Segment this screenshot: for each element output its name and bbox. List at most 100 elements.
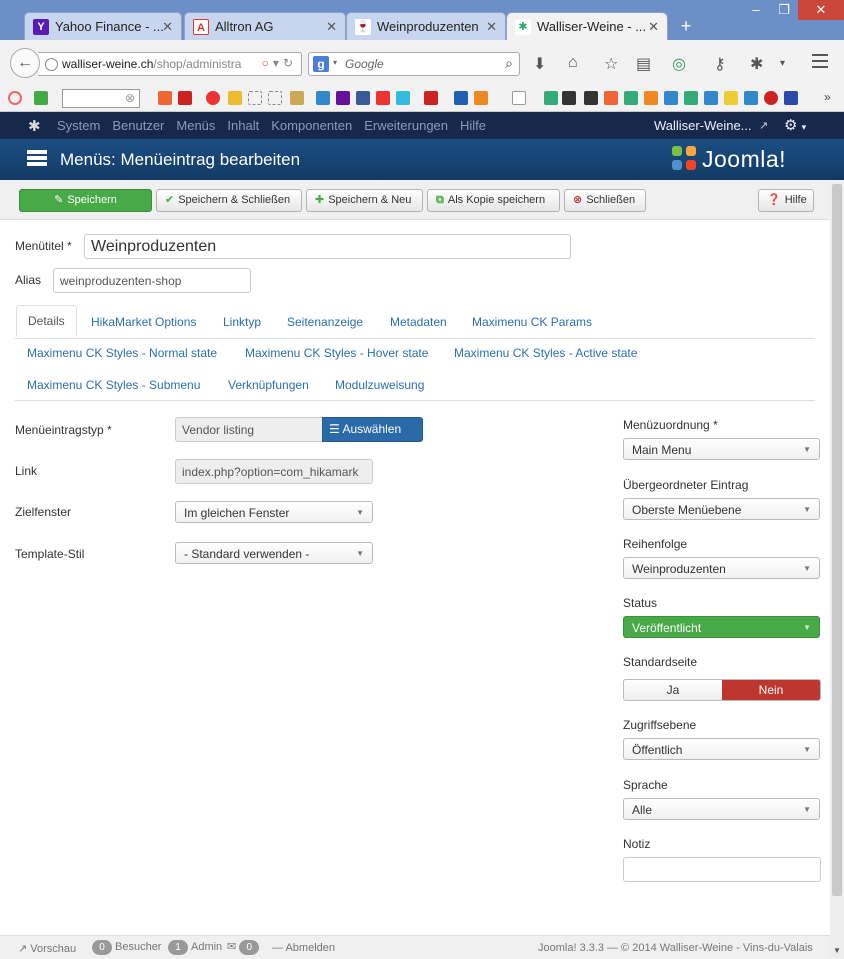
new-tab-icon[interactable]: +: [676, 14, 696, 38]
bookmark-icon[interactable]: [604, 91, 618, 105]
bookmark-icon[interactable]: [376, 91, 390, 105]
help-button[interactable]: ❓ Hilfe: [758, 189, 814, 212]
browser-tab-yahoo[interactable]: Y Yahoo Finance - ... ✕: [24, 12, 182, 40]
bookmark-search-input[interactable]: ⊗: [62, 89, 140, 108]
bookmark-icon[interactable]: [784, 91, 798, 105]
home-icon[interactable]: ⌂: [568, 54, 578, 72]
tab-hikamarket-options[interactable]: HikaMarket Options: [91, 315, 196, 329]
bookmark-icon[interactable]: [454, 91, 468, 105]
template-select[interactable]: - Standard verwenden - ▼: [175, 542, 373, 564]
bookmark-icon[interactable]: [744, 91, 758, 105]
bookmark-icon[interactable]: [268, 91, 282, 105]
bookmark-icon[interactable]: [562, 91, 576, 105]
wikipedia-icon[interactable]: [512, 91, 526, 105]
facebook-icon[interactable]: [356, 91, 370, 105]
bookmark-icon[interactable]: [178, 91, 192, 105]
url-bar[interactable]: walliser-weine.ch/shop/administra ○▾↻: [38, 52, 302, 76]
download-icon[interactable]: ⬇: [533, 54, 546, 74]
bookmark-icon[interactable]: [724, 91, 738, 105]
save-close-button[interactable]: ✔ Speichern & Schließen: [156, 189, 302, 212]
topnav-item-users[interactable]: Benutzer: [112, 118, 164, 133]
preview-link[interactable]: ↗ Vorschau: [18, 942, 76, 955]
browser-tab-alltron[interactable]: A Alltron AG ✕: [184, 12, 346, 40]
default-no-button[interactable]: Nein: [722, 680, 820, 700]
close-tab-icon[interactable]: ✕: [486, 13, 497, 41]
twitter-icon[interactable]: [396, 91, 410, 105]
tab-maximenu-hover[interactable]: Maximenu CK Styles - Hover state: [245, 346, 428, 360]
close-tab-icon[interactable]: ✕: [162, 13, 173, 41]
hamburger-menu-icon[interactable]: [812, 54, 828, 68]
save-new-button[interactable]: ✚ Speichern & Neu: [306, 189, 423, 212]
bookmark-icon[interactable]: [644, 91, 658, 105]
sync-icon[interactable]: ◎: [672, 54, 686, 74]
overflow-chevron-icon[interactable]: »: [824, 90, 831, 104]
title-input[interactable]: Weinproduzenten: [84, 234, 571, 259]
tab-metadaten[interactable]: Metadaten: [390, 315, 447, 329]
access-select[interactable]: Öffentlich ▼: [623, 738, 820, 760]
page-scrollbar[interactable]: ▼: [830, 180, 844, 959]
bookmark-icon[interactable]: [624, 91, 638, 105]
bookmark-icon[interactable]: [474, 91, 488, 105]
bookmark-icon[interactable]: [336, 91, 350, 105]
close-window-icon[interactable]: ✕: [798, 0, 844, 20]
back-button[interactable]: ←: [10, 48, 40, 78]
joomla-brand-icon[interactable]: ✱: [28, 117, 41, 135]
browser-tab-weinproduzenten[interactable]: 🍷 Weinproduzenten ✕: [346, 12, 506, 40]
select-type-button[interactable]: ☰ Auswählen: [322, 417, 423, 442]
browser-tab-walliser-weine[interactable]: ✱ Walliser-Weine - ... ✕: [506, 12, 668, 41]
search-icon[interactable]: ⌕: [505, 55, 513, 72]
chevron-down-icon[interactable]: ▾: [333, 58, 337, 67]
close-tab-icon[interactable]: ✕: [648, 13, 659, 41]
chevron-down-icon[interactable]: ▾: [780, 58, 785, 69]
scroll-thumb[interactable]: [832, 184, 842, 896]
status-select[interactable]: Veröffentlicht ▼: [623, 616, 820, 638]
bookmark-icon[interactable]: [684, 91, 698, 105]
tab-seitenanzeige[interactable]: Seitenanzeige: [287, 315, 363, 329]
logout-link[interactable]: — Abmelden: [272, 942, 335, 954]
bookmark-icon[interactable]: [248, 91, 262, 105]
topnav-item-help[interactable]: Hilfe: [460, 118, 486, 133]
tab-maximenu-active[interactable]: Maximenu CK Styles - Active state: [454, 346, 637, 360]
tab-details[interactable]: Details: [16, 305, 77, 337]
bug-icon[interactable]: ✱: [750, 54, 763, 74]
bookmark-icon[interactable]: [584, 91, 598, 105]
bookmark-icon[interactable]: [228, 91, 242, 105]
key-icon[interactable]: ⚷: [714, 54, 726, 74]
topnav-item-content[interactable]: Inhalt: [227, 118, 259, 133]
save-copy-button[interactable]: ⧉ Als Kopie speichern: [427, 189, 560, 212]
bookmark-icon[interactable]: [764, 91, 778, 105]
menu-select[interactable]: Main Menu ▼: [623, 438, 820, 460]
close-button[interactable]: ⊗ Schließen: [564, 189, 646, 212]
note-input[interactable]: [623, 857, 821, 882]
site-link[interactable]: Walliser-Weine...: [654, 118, 752, 133]
share-icon[interactable]: [34, 91, 48, 105]
topnav-item-components[interactable]: Komponenten: [271, 118, 352, 133]
tab-verknuepfungen[interactable]: Verknüpfungen: [228, 378, 309, 392]
parent-select[interactable]: Oberste Menüebene ▼: [623, 498, 820, 520]
target-select[interactable]: Im gleichen Fenster ▼: [175, 501, 373, 523]
topnav-item-menus[interactable]: Menüs: [176, 118, 215, 133]
alias-input[interactable]: weinproduzenten-shop: [53, 268, 251, 293]
bookmarks-list-icon[interactable]: ▤: [636, 54, 651, 74]
addon-icon[interactable]: [8, 91, 22, 105]
tab-modulzuweisung[interactable]: Modulzuweisung: [335, 378, 424, 392]
url-actions-icon[interactable]: ○▾↻: [262, 56, 297, 70]
tab-maximenu-submenu[interactable]: Maximenu CK Styles - Submenu: [27, 378, 200, 392]
order-select[interactable]: Weinproduzenten ▼: [623, 557, 820, 579]
topnav-item-extensions[interactable]: Erweiterungen: [364, 118, 448, 133]
maximize-icon[interactable]: ❐: [770, 0, 798, 20]
bookmark-icon[interactable]: [664, 91, 678, 105]
tab-maximenu-normal[interactable]: Maximenu CK Styles - Normal state: [27, 346, 217, 360]
topnav-item-system[interactable]: System: [57, 118, 100, 133]
bookmark-icon[interactable]: [704, 91, 718, 105]
clear-icon[interactable]: ⊗: [125, 91, 135, 105]
bookmark-icon[interactable]: [158, 91, 172, 105]
bookmark-icon[interactable]: [316, 91, 330, 105]
language-select[interactable]: Alle ▼: [623, 798, 820, 820]
bookmark-icon[interactable]: [290, 91, 304, 105]
bookmark-star-icon[interactable]: ☆: [604, 54, 618, 74]
save-button[interactable]: ✎ Speichern: [19, 189, 152, 212]
default-yes-button[interactable]: Ja: [624, 680, 722, 700]
bookmark-icon[interactable]: [544, 91, 558, 105]
youtube-icon[interactable]: [424, 91, 438, 105]
